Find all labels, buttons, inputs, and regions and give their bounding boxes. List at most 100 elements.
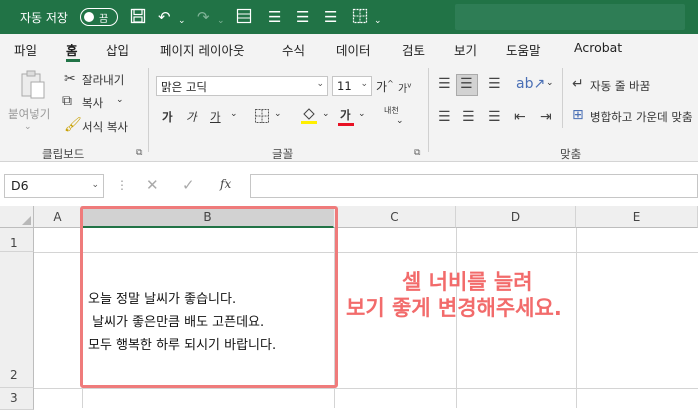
paste-icon[interactable] (20, 70, 46, 106)
copy-button[interactable]: 복사 (82, 95, 103, 111)
merge-center-icon: ⊞ (572, 107, 584, 123)
orientation-icon[interactable]: ab↗ (516, 76, 545, 92)
align-middle-icon[interactable]: ☰ (460, 76, 473, 92)
font-size-value: 11 (337, 79, 352, 93)
tab-page-layout[interactable]: 페이지 레이아웃 (160, 40, 244, 59)
insert-function-icon[interactable]: fx (220, 177, 231, 191)
annotation-line-2: 보기 좋게 변경해주세요. (346, 296, 562, 320)
copy-icon: ⧉ (62, 93, 72, 109)
font-color-button[interactable]: 가 (340, 107, 351, 123)
align-right-quick-icon[interactable]: ☰ (324, 8, 337, 26)
font-name-value: 맑은 고딕 (161, 80, 207, 94)
formula-input[interactable] (250, 174, 698, 198)
row-header-3[interactable]: 3 (0, 388, 34, 410)
borders-dropdown-icon[interactable]: ⌄ (274, 109, 282, 119)
font-group-label: 글꼴 (272, 147, 294, 161)
format-painter-button[interactable]: 서식 복사 (82, 119, 128, 135)
tab-acrobat[interactable]: Acrobat (574, 40, 622, 55)
align-left-quick-icon[interactable]: ☰ (268, 8, 281, 26)
font-size-combo[interactable]: 11 ⌄ (332, 76, 372, 96)
align-bottom-icon[interactable]: ☰ (488, 76, 501, 92)
worksheet-grid[interactable]: A B C D E 1 2 3 오늘 정말 날씨가 좋습니다. 날씨가 좋은만큼… (0, 206, 698, 410)
bold-button[interactable]: 가 (162, 109, 173, 125)
align-center-icon[interactable]: ☰ (462, 109, 475, 125)
cancel-icon[interactable]: ✕ (146, 176, 159, 194)
clipboard-group-label: 클립보드 (42, 147, 85, 161)
copy-dropdown-icon[interactable]: ⌄ (116, 95, 124, 105)
ribbon-separator (428, 68, 429, 152)
name-box[interactable]: D6 ⌄ (4, 174, 104, 198)
chevron-down-icon: ⌄ (91, 180, 99, 190)
grow-font-button[interactable]: 가^ (376, 78, 394, 95)
tab-home[interactable]: 홈 (66, 40, 78, 59)
tab-formulas[interactable]: 수식 (282, 40, 305, 59)
redo-dropdown-icon[interactable]: ⌄ (217, 12, 225, 30)
quick-access-dropdown-icon[interactable]: ⌄ (374, 12, 382, 30)
alignment-group-label: 맞춤 (560, 147, 582, 161)
tab-view[interactable]: 보기 (454, 40, 477, 59)
underline-button[interactable]: 가 (210, 109, 221, 125)
merge-center-button[interactable]: 병합하고 가운데 맞춤 (590, 109, 693, 125)
ribbon-separator (562, 68, 563, 128)
tab-data[interactable]: 데이터 (336, 40, 371, 59)
font-launcher-icon[interactable]: ⧉ (414, 148, 420, 158)
align-left-icon[interactable]: ☰ (438, 109, 451, 125)
align-top-icon[interactable]: ☰ (438, 76, 451, 92)
format-painter-icon: 🖌 (64, 117, 82, 133)
gridline (576, 228, 577, 408)
orientation-dropdown-icon[interactable]: ⌄ (546, 78, 554, 88)
decrease-indent-icon[interactable]: ⇤ (514, 109, 526, 125)
undo-dropdown-icon[interactable]: ⌄ (178, 12, 186, 30)
tab-file[interactable]: 파일 (14, 40, 37, 59)
row-header-2[interactable]: 2 (0, 252, 34, 388)
wrap-text-icon: ↵ (572, 76, 584, 92)
increase-indent-icon[interactable]: ⇥ (540, 109, 552, 125)
scissors-icon: ✂ (64, 71, 76, 87)
clipboard-launcher-icon[interactable]: ⧉ (136, 148, 142, 158)
tab-help[interactable]: 도움말 (506, 40, 541, 59)
enter-icon[interactable]: ✓ (182, 176, 195, 194)
italic-button[interactable]: 가 (186, 109, 197, 125)
formula-bar-grip-icon: ⋮ (116, 178, 128, 192)
chevron-down-icon: ⌄ (360, 79, 368, 89)
column-header-a[interactable]: A (34, 206, 82, 228)
shrink-font-button[interactable]: 가v (398, 80, 411, 95)
redo-icon[interactable]: ↷ (197, 8, 210, 26)
fill-color-icon[interactable] (300, 106, 318, 128)
undo-icon[interactable]: ↶ (158, 8, 171, 26)
phonetic-button[interactable]: 내천 (384, 106, 399, 115)
wrap-text-button[interactable]: 자동 줄 바꿈 (590, 78, 650, 94)
borders-quick-icon[interactable] (352, 8, 368, 28)
merge-center-quick-icon[interactable] (236, 8, 252, 28)
font-name-combo[interactable]: 맑은 고딕 ⌄ (156, 76, 328, 96)
tab-insert[interactable]: 삽입 (106, 40, 129, 59)
paste-dropdown-icon[interactable]: ⌄ (24, 122, 32, 132)
autosave-toggle[interactable]: 끔 (80, 8, 118, 26)
font-color-dropdown-icon[interactable]: ⌄ (358, 109, 366, 119)
autosave-label: 자동 저장 (20, 11, 68, 25)
ribbon: 붙여넣기 ⌄ ✂ 잘라내기 ⧉ 복사 ⌄ 🖌 서식 복사 클립보드 ⧉ 맑은 고… (0, 62, 698, 162)
borders-icon[interactable] (254, 108, 270, 128)
tab-review[interactable]: 검토 (402, 40, 425, 59)
column-header-d[interactable]: D (456, 206, 576, 228)
fill-color-dropdown-icon[interactable]: ⌄ (322, 109, 330, 119)
row-header-1[interactable]: 1 (0, 228, 34, 252)
cut-button[interactable]: 잘라내기 (82, 72, 124, 88)
paste-button[interactable]: 붙여넣기 (8, 106, 50, 122)
chevron-down-icon: ⌄ (316, 79, 324, 89)
ribbon-separator (148, 68, 149, 152)
select-all-corner[interactable] (0, 206, 34, 228)
save-icon[interactable] (130, 8, 146, 28)
title-bar: 자동 저장 끔 ↶ ⌄ ↷ ⌄ ☰ ☰ ☰ ⌄ (0, 0, 698, 34)
grow-font-label: 가 (376, 80, 388, 94)
autosave-toggle-label: 끔 (99, 13, 109, 25)
ribbon-tabs: 파일 홈 삽입 페이지 레이아웃 수식 데이터 검토 보기 도움말 Acroba… (0, 34, 698, 62)
column-header-c[interactable]: C (334, 206, 456, 228)
phonetic-dropdown-icon[interactable]: ⌄ (396, 116, 404, 126)
gridline (34, 388, 698, 389)
align-right-icon[interactable]: ☰ (488, 109, 501, 125)
formula-bar: D6 ⌄ ⋮ ✕ ✓ fx (0, 168, 698, 204)
underline-dropdown-icon[interactable]: ⌄ (230, 109, 238, 119)
align-center-quick-icon[interactable]: ☰ (296, 8, 309, 26)
column-header-e[interactable]: E (576, 206, 698, 228)
